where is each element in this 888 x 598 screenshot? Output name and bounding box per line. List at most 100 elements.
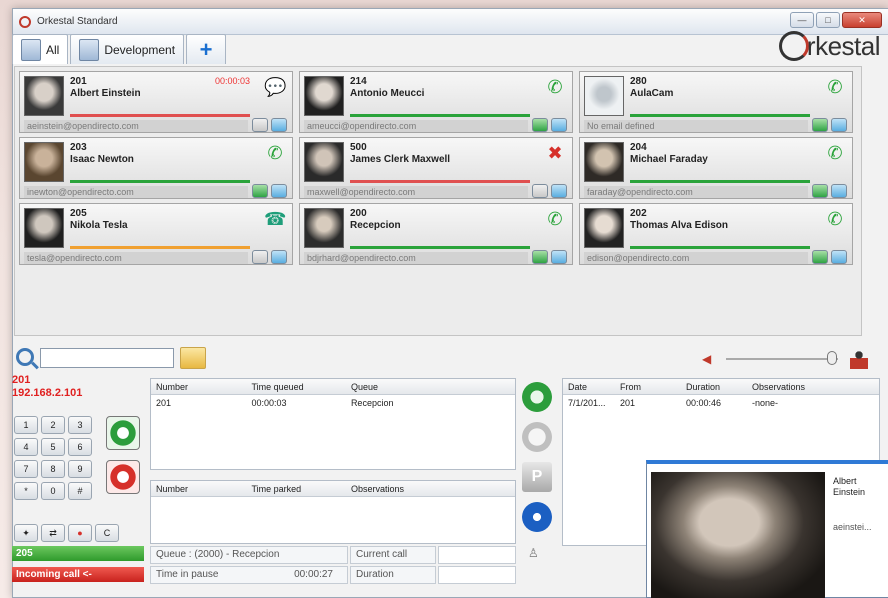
contact-card[interactable]: 200 Recepcion ✆ bdjrhard@opendirecto.com [299,203,573,265]
phone-ringing-icon[interactable]: ☎ [264,208,286,230]
tab-development[interactable]: Development [70,34,185,64]
park-button[interactable]: P [522,462,552,492]
volume-slider-thumb[interactable] [827,351,838,365]
contact-card[interactable]: 202 Thomas Alva Edison ✆ edison@opendire… [579,203,853,265]
message-contact-button[interactable] [271,118,287,132]
contact-card[interactable]: 214 Antonio Meucci ✆ ameucci@opendirecto… [299,71,573,133]
dialpad-key[interactable]: 0 [41,482,65,500]
dialpad-panel: 201 192.168.2.101 1 2 3 4 5 6 7 8 9 * 0 # ✦ ⇄ ● C 2… [12,374,144,586]
answer-call-button[interactable] [106,416,140,450]
phone-green-icon[interactable]: ✆ [824,142,846,164]
message-contact-button[interactable] [271,184,287,198]
caller-email: aeinstei... [833,522,872,532]
phone-green-icon[interactable]: ✆ [824,208,846,230]
call-contact-button[interactable] [812,184,828,198]
pause-label: Time in pause [156,569,219,580]
column-header: Queue [350,382,378,392]
maximize-button[interactable]: □ [816,12,840,28]
contact-card[interactable]: 201 Albert Einstein 00:00:03 💬 aeinstein… [19,71,293,133]
record-icon[interactable]: ● [68,524,92,542]
folder-button[interactable] [180,347,206,369]
table-header: Number Time parked Observations [151,481,515,497]
brand-o-icon [778,31,809,61]
call-contact-button[interactable] [532,250,548,264]
message-contact-button[interactable] [551,184,567,198]
call-contact-button[interactable] [532,184,548,198]
minimize-button[interactable]: — [790,12,814,28]
line-status-active[interactable]: 205 [12,546,144,561]
volume-slider[interactable] [726,358,838,360]
chat-bubble-icon[interactable]: 💬 [264,76,286,98]
table-row[interactable]: 201 00:00:03 Recepcion [151,395,515,411]
contact-avatar [24,142,64,182]
dialpad-key[interactable]: * [14,482,38,500]
incoming-call-banner[interactable]: Incoming call <- [12,567,144,582]
caller-last-name: Einstein [833,487,866,497]
close-button[interactable]: ✕ [842,12,882,28]
message-contact-button[interactable] [831,250,847,264]
dialpad-keys: 1 2 3 4 5 6 7 8 9 * 0 # [14,416,92,500]
line-status-bar [350,180,530,183]
search-icon[interactable] [16,348,34,366]
phone-green-icon[interactable]: ✆ [824,76,846,98]
column-header: Observations [350,484,404,494]
dialpad-key[interactable]: 1 [14,416,38,434]
call-contact-button[interactable] [252,118,268,132]
brand-text: rkestal [806,30,881,61]
dialpad-key[interactable]: 7 [14,460,38,478]
contact-card[interactable]: 205 Nikola Tesla ☎ tesla@opendirecto.com [19,203,293,265]
dialpad-key[interactable]: 5 [41,438,65,456]
table-row[interactable]: 7/1/201... 201 00:00:46 -none- [563,395,879,411]
contact-extension: 203 [70,142,87,153]
pause-button[interactable] [522,502,552,532]
contact-name: Michael Faraday [630,154,708,165]
bulb-icon[interactable]: ✦ [14,524,38,542]
tab-all[interactable]: All [12,34,69,64]
user-status-icon[interactable] [850,349,868,369]
dialpad-key[interactable]: 8 [41,460,65,478]
phone-green-icon[interactable]: ✆ [544,76,566,98]
contact-card[interactable]: 204 Michael Faraday ✆ faraday@opendirect… [579,137,853,199]
contact-avatar [584,208,624,248]
search-bar: ◀ [14,346,868,372]
contact-card[interactable]: 203 Isaac Newton ✆ inewton@opendirecto.c… [19,137,293,199]
hangup-button[interactable] [106,460,140,494]
call-contact-button[interactable] [252,250,268,264]
call-contact-button[interactable] [532,118,548,132]
contact-card[interactable]: 280 AulaCam ✆ No email defined [579,71,853,133]
add-tab-button[interactable]: + [186,34,227,64]
column-header: Duration [686,382,721,392]
disabled-action-button[interactable] [522,422,552,452]
clear-button[interactable]: C [95,524,119,542]
dialpad-key[interactable]: 2 [41,416,65,434]
message-contact-button[interactable] [831,118,847,132]
dialpad-key[interactable]: 3 [68,416,92,434]
call-contact-button[interactable] [812,250,828,264]
message-contact-button[interactable] [551,118,567,132]
phone-green-icon[interactable]: ✆ [264,142,286,164]
dialpad-key[interactable]: # [68,482,92,500]
call-contact-button[interactable] [812,118,828,132]
dialpad-key[interactable]: 9 [68,460,92,478]
phone-red-x-icon[interactable]: ✖ [544,142,566,164]
contact-extension: 214 [350,76,367,87]
contact-email: No email defined [584,120,808,132]
speaker-icon: ◀ [702,352,712,366]
dialpad-key[interactable]: 6 [68,438,92,456]
transfer-icon[interactable]: ⇄ [41,524,65,542]
pickup-queue-button[interactable] [522,382,552,412]
contact-card[interactable]: 500 James Clerk Maxwell ✖ maxwell@opendi… [299,137,573,199]
contact-name: Nikola Tesla [70,220,128,231]
pause-time: 00:00:27 [294,569,333,580]
search-input[interactable] [40,348,174,368]
column-header: Date [568,382,588,392]
caller-popup[interactable]: Albert Einstein aeinstei... [646,460,888,598]
dialpad-key[interactable]: 4 [14,438,38,456]
contact-name: Thomas Alva Edison [630,220,728,231]
message-contact-button[interactable] [271,250,287,264]
column-header: Time parked [251,484,302,494]
phone-green-icon[interactable]: ✆ [544,208,566,230]
call-contact-button[interactable] [252,184,268,198]
message-contact-button[interactable] [551,250,567,264]
message-contact-button[interactable] [831,184,847,198]
